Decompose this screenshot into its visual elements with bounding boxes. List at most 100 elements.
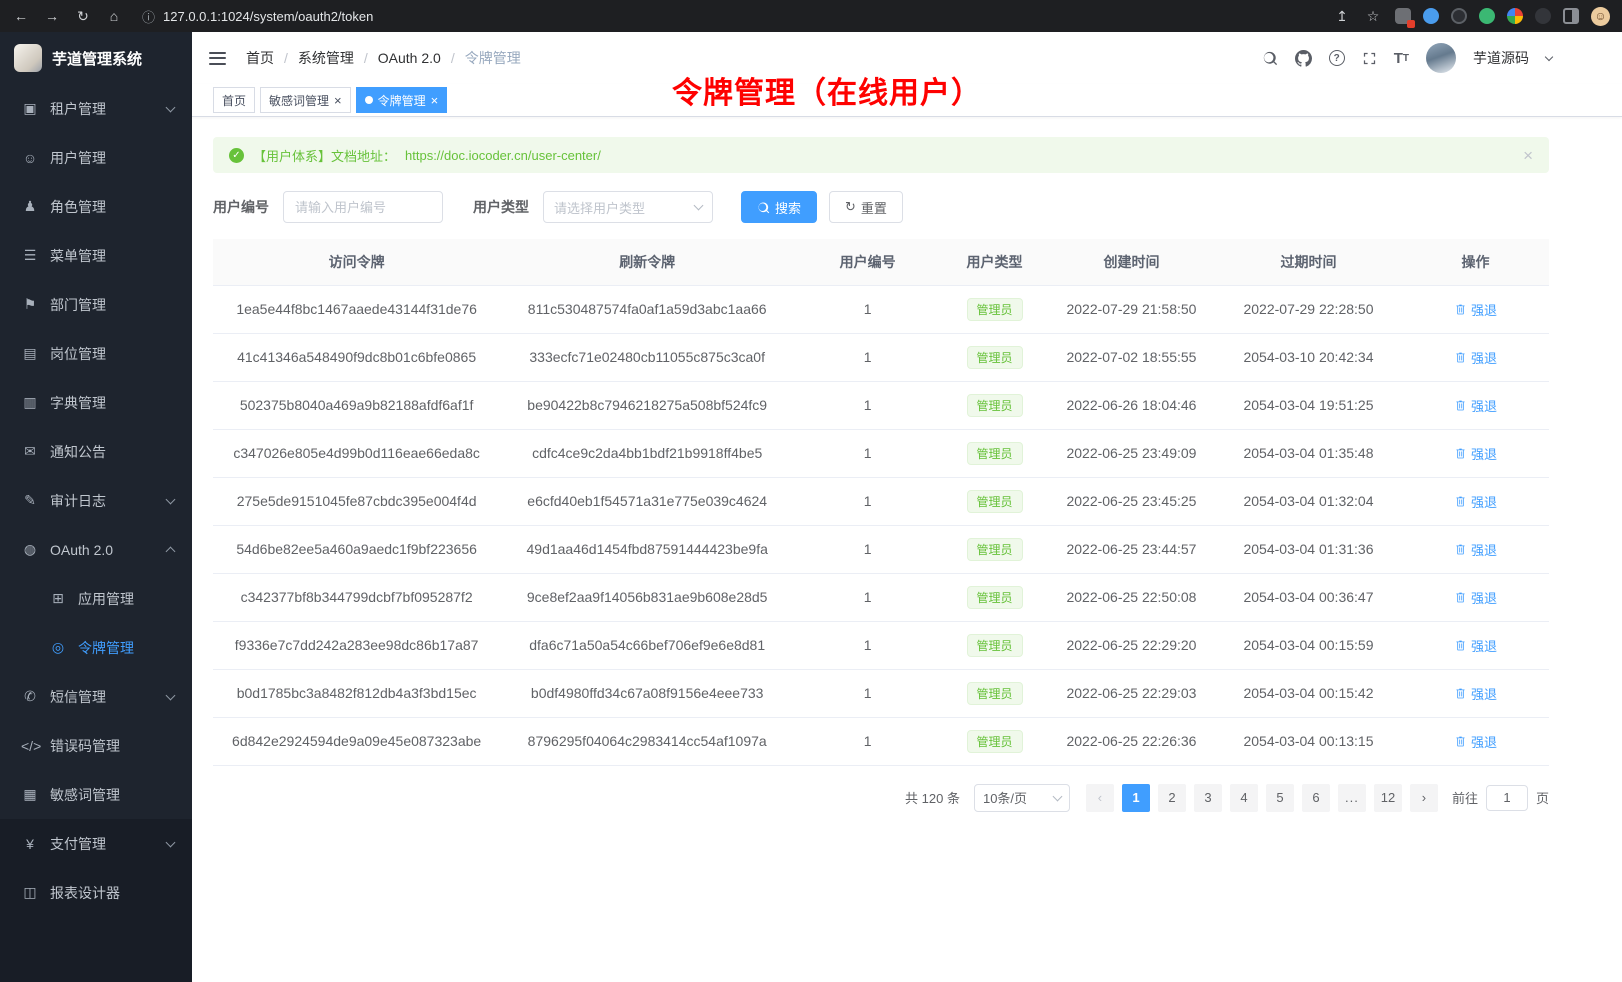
- sidebar-item[interactable]: ♟ 角色管理: [0, 182, 192, 231]
- tab[interactable]: 令牌管理 ×: [356, 87, 448, 113]
- create-time-cell: 2022-07-29 21:58:50: [1048, 285, 1215, 333]
- force-logout-button[interactable]: 强退: [1454, 540, 1497, 559]
- extension-icon[interactable]: [1451, 8, 1467, 24]
- force-logout-button[interactable]: 强退: [1454, 684, 1497, 703]
- username[interactable]: 芋道源码: [1473, 48, 1529, 68]
- user-id-label: 用户编号: [213, 197, 269, 217]
- delete-icon: [1454, 351, 1467, 364]
- column-header: 访问令牌: [213, 239, 500, 285]
- page-size-select[interactable]: 10条/页: [974, 784, 1070, 812]
- sidebar-item[interactable]: ✉ 通知公告: [0, 427, 192, 476]
- fullscreen-icon[interactable]: [1362, 51, 1377, 66]
- alert-close-icon[interactable]: ×: [1523, 147, 1533, 164]
- share-icon[interactable]: ↥: [1333, 8, 1351, 25]
- refresh-token-cell: e6cfd40eb1f54571a31e775e039c4624: [500, 477, 794, 525]
- sidebar-item[interactable]: ¥ 支付管理: [0, 819, 192, 868]
- sidebar-item[interactable]: ⊞ 应用管理: [0, 574, 192, 623]
- breadcrumb-item[interactable]: 首页: [246, 48, 274, 68]
- reload-icon[interactable]: ↻: [74, 8, 92, 25]
- force-logout-button[interactable]: 强退: [1454, 588, 1497, 607]
- sidebar-item[interactable]: ☰ 菜单管理: [0, 231, 192, 280]
- page-button[interactable]: 6: [1302, 784, 1330, 812]
- table-row: c347026e805e4d99b0d116eae66eda8c cdfc4ce…: [213, 429, 1549, 477]
- refresh-token-cell: cdfc4ce9c2da4bb1bdf21b9918ff4be5: [500, 429, 794, 477]
- sidebar-item[interactable]: ◍ OAuth 2.0: [0, 525, 192, 574]
- extension-icon[interactable]: [1479, 8, 1495, 24]
- page-button[interactable]: 4: [1230, 784, 1258, 812]
- sidebar-item[interactable]: ▣ 租户管理: [0, 84, 192, 133]
- sidebar-item[interactable]: ✎ 审计日志: [0, 476, 192, 525]
- user-avatar[interactable]: [1426, 43, 1456, 73]
- font-size-icon[interactable]: TT: [1394, 50, 1409, 67]
- help-icon[interactable]: ?: [1329, 50, 1345, 66]
- home-icon[interactable]: ⌂: [105, 8, 123, 24]
- create-time-cell: 2022-07-02 18:55:55: [1048, 333, 1215, 381]
- alert-text: 【用户体系】文档地址：: [253, 146, 396, 165]
- sidebar-item[interactable]: ▦ 敏感词管理: [0, 770, 192, 819]
- bookmark-star-icon[interactable]: ☆: [1364, 8, 1382, 25]
- tab-close-icon[interactable]: ×: [431, 94, 439, 107]
- sidebar-filler: [0, 917, 192, 982]
- sidebar-item[interactable]: ▤ 岗位管理: [0, 329, 192, 378]
- page-button[interactable]: 12: [1374, 784, 1402, 812]
- user-id-cell: 1: [794, 429, 941, 477]
- sidebar-item[interactable]: </> 错误码管理: [0, 721, 192, 770]
- force-logout-button[interactable]: 强退: [1454, 636, 1497, 655]
- active-dot-icon: [365, 96, 373, 104]
- tab[interactable]: 敏感词管理 ×: [260, 87, 351, 113]
- extension-icon[interactable]: [1423, 8, 1439, 24]
- extension-icon[interactable]: [1535, 8, 1551, 24]
- sidebar-item[interactable]: ☺ 用户管理: [0, 133, 192, 182]
- breadcrumb-item[interactable]: 令牌管理: [441, 48, 521, 68]
- extension-icon[interactable]: [1395, 8, 1411, 24]
- page-button[interactable]: 3: [1194, 784, 1222, 812]
- sidebar-item[interactable]: ◫ 报表设计器: [0, 868, 192, 917]
- doc-link[interactable]: https://doc.iocoder.cn/user-center/: [405, 148, 601, 163]
- search-button[interactable]: 搜索: [741, 191, 817, 223]
- force-logout-button[interactable]: 强退: [1454, 396, 1497, 415]
- create-time-cell: 2022-06-26 18:04:46: [1048, 381, 1215, 429]
- page-button[interactable]: 2: [1158, 784, 1186, 812]
- site-info-icon[interactable]: ⓘ: [142, 7, 155, 26]
- page-button[interactable]: 1: [1122, 784, 1150, 812]
- extension-icon[interactable]: [1507, 8, 1523, 24]
- prev-page-button[interactable]: ‹: [1086, 784, 1114, 812]
- next-page-button[interactable]: ›: [1410, 784, 1438, 812]
- refresh-icon: ↻: [845, 199, 856, 215]
- force-logout-button[interactable]: 强退: [1454, 348, 1497, 367]
- user-id-input[interactable]: [283, 191, 443, 223]
- force-logout-button[interactable]: 强退: [1454, 492, 1497, 511]
- extension-badge: [1407, 20, 1415, 28]
- tenant-icon: ▣: [21, 100, 39, 117]
- user-type-select[interactable]: 请选择用户类型: [543, 191, 713, 223]
- github-icon[interactable]: [1295, 50, 1312, 67]
- sidebar-toggle[interactable]: [207, 48, 228, 69]
- page-button[interactable]: 5: [1266, 784, 1294, 812]
- app-title: 芋道管理系统: [52, 48, 142, 69]
- breadcrumb-item[interactable]: OAuth 2.0: [354, 50, 441, 66]
- expire-time-cell: 2054-03-10 20:42:34: [1215, 333, 1402, 381]
- force-logout-button[interactable]: 强退: [1454, 300, 1497, 319]
- sidebar-item[interactable]: ▥ 字典管理: [0, 378, 192, 427]
- page-content: ✓ 【用户体系】文档地址： https://doc.iocoder.cn/use…: [192, 117, 1622, 982]
- user-id-cell: 1: [794, 621, 941, 669]
- goto-page-input[interactable]: [1486, 785, 1528, 811]
- breadcrumb-item[interactable]: 系统管理: [274, 48, 354, 68]
- page-button[interactable]: ...: [1338, 784, 1366, 812]
- sidebar-item[interactable]: ✆ 短信管理: [0, 672, 192, 721]
- tab[interactable]: 首页: [213, 87, 255, 113]
- reset-button[interactable]: ↻ 重置: [829, 191, 903, 223]
- sidebar-item[interactable]: ⚑ 部门管理: [0, 280, 192, 329]
- tab-close-icon[interactable]: ×: [334, 94, 342, 107]
- browser-profile-avatar[interactable]: ☺: [1591, 7, 1610, 26]
- user-menu-caret-icon[interactable]: [1545, 52, 1553, 60]
- url-bar[interactable]: ⓘ 127.0.0.1:1024/system/oauth2/token: [136, 7, 1320, 26]
- actions-cell: 强退: [1402, 333, 1549, 381]
- sidebar-item[interactable]: ◎ 令牌管理: [0, 623, 192, 672]
- force-logout-button[interactable]: 强退: [1454, 732, 1497, 751]
- forward-icon[interactable]: →: [43, 8, 61, 24]
- back-icon[interactable]: ←: [12, 8, 30, 24]
- sidebar-panel-icon[interactable]: [1563, 8, 1579, 24]
- force-logout-button[interactable]: 强退: [1454, 444, 1497, 463]
- search-icon[interactable]: [1262, 50, 1278, 66]
